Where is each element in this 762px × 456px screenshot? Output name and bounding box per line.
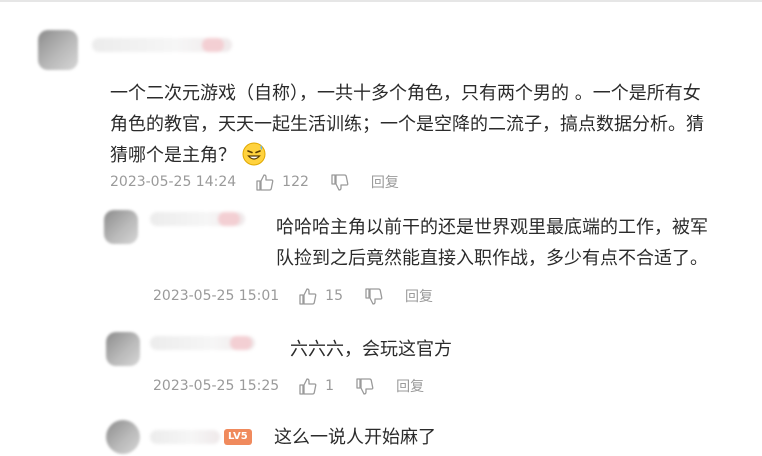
comment-text: 六六六，会玩这官方 [290,334,452,365]
level-badge: LV5 [224,429,252,445]
like-button[interactable]: 122 [256,173,309,191]
comment-line: 猜哪个是主角？ [110,145,236,166]
reply-button[interactable]: 回复 [405,286,433,306]
username-blurred[interactable] [150,336,255,350]
avatar[interactable] [104,210,138,244]
username-blurred[interactable] [92,38,232,52]
timestamp: 2023-05-25 15:01 [153,288,280,304]
comment-meta: 2023-05-25 14:24 122 回复 [110,172,399,192]
avatar[interactable] [106,332,140,366]
like-count: 15 [325,288,343,304]
comment-line: 队捡到之后竟然能直接入职作战，多少有点不合适了。 [276,248,708,269]
like-button[interactable]: 15 [299,287,343,305]
avatar[interactable] [38,30,78,70]
timestamp: 2023-05-25 15:25 [153,378,280,394]
comment-line: 一个二次元游戏（自称），一共十多个角色，只有两个男的 。一个是所有女 [110,83,701,104]
thumbs-down-icon [365,287,383,305]
comment-line: 角色的教官，天天一起生活训练；一个是空降的二流子，搞点数据分析。猜 [110,114,704,135]
dislike-button[interactable] [365,287,383,305]
like-button[interactable]: 1 [299,377,335,395]
comment-text: 哈哈哈主角以前干的还是世界观里最底端的工作，被军 队捡到之后竟然能直接入职作战，… [276,212,708,274]
thumbs-up-icon [256,173,274,191]
reply-button[interactable]: 回复 [371,172,399,192]
username-blurred[interactable] [150,430,220,444]
comment-text: 这么一说人开始麻了 [274,422,436,453]
comment-meta: 2023-05-25 15:01 15 回复 [153,286,433,306]
thumbs-down-icon [331,173,349,191]
thumbs-up-icon [299,287,317,305]
reply-button[interactable]: 回复 [396,376,424,396]
like-count: 122 [282,174,309,190]
comment-line: 六六六，会玩这官方 [290,339,452,360]
timestamp: 2023-05-25 14:24 [110,174,237,190]
comment-line: 这么一说人开始麻了 [274,427,436,448]
comment-text: 一个二次元游戏（自称），一共十多个角色，只有两个男的 。一个是所有女 角色的教官… [110,78,704,171]
dislike-button[interactable] [331,173,349,191]
comment-line: 哈哈哈主角以前干的还是世界观里最底端的工作，被军 [276,217,708,238]
dislike-button[interactable] [356,377,374,395]
comment-meta: 2023-05-25 15:25 1 回复 [153,376,424,396]
username-blurred[interactable] [150,212,245,226]
top-divider [0,0,762,2]
thumbs-up-icon [299,377,317,395]
sweat-grin-emoji-icon [242,142,266,166]
like-count: 1 [325,378,335,394]
thumbs-down-icon [356,377,374,395]
avatar[interactable] [106,420,140,454]
